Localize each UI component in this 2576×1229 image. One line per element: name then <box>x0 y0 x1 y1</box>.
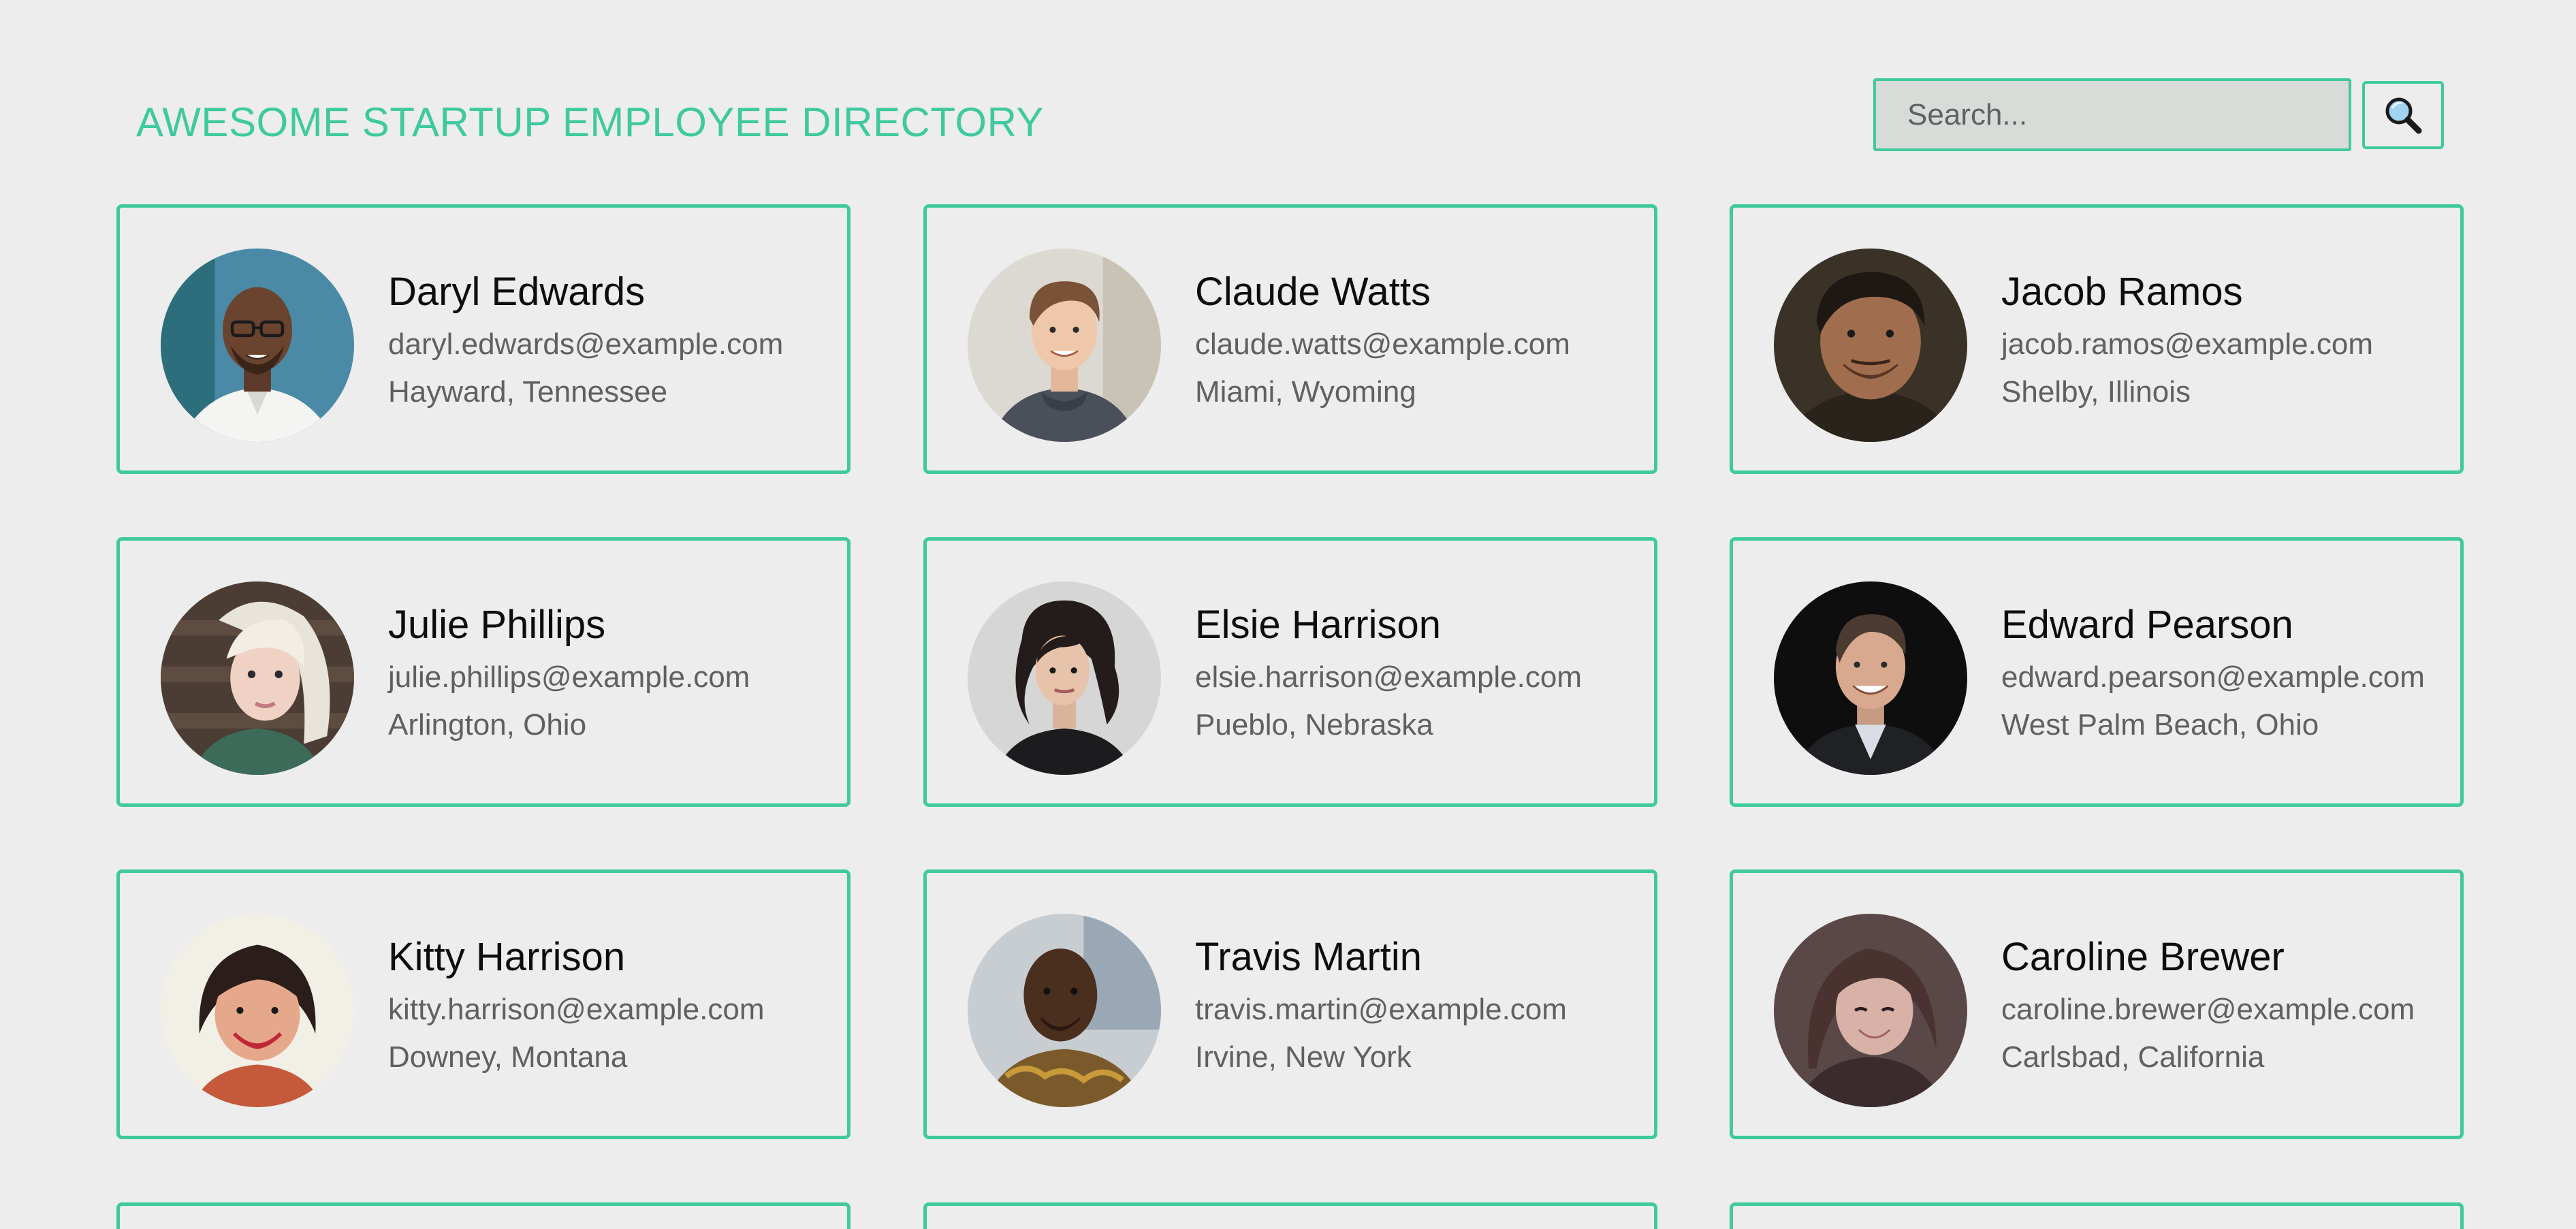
employee-card[interactable]: Caroline Brewer caroline.brewer@example.… <box>1730 869 2464 1139</box>
employee-location: Downey, Montana <box>388 1040 628 1074</box>
employee-email: travis.martin@example.com <box>1195 993 1567 1026</box>
employee-email: daryl.edwards@example.com <box>388 328 784 361</box>
page-title: AWESOME STARTUP EMPLOYEE DIRECTORY <box>136 99 1044 145</box>
employee-location: Pueblo, Nebraska <box>1195 708 1433 741</box>
avatar <box>1774 914 1967 1107</box>
avatar <box>161 249 354 442</box>
employee-email: edward.pearson@example.com <box>2001 660 2425 694</box>
employee-email: elsie.harrison@example.com <box>1195 660 1583 694</box>
employee-location: Shelby, Illinois <box>2001 375 2191 409</box>
employee-location: Irvine, New York <box>1195 1040 1412 1074</box>
employee-card[interactable] <box>1730 1202 2464 1229</box>
employee-email: claude.watts@example.com <box>1195 328 1570 361</box>
employee-name: Daryl Edwards <box>388 270 646 314</box>
avatar <box>968 581 1161 775</box>
avatar <box>968 914 1161 1107</box>
employee-card[interactable]: Daryl Edwards daryl.edwards@example.com … <box>116 204 850 474</box>
avatar <box>968 249 1161 442</box>
employee-name: Jacob Ramos <box>2001 270 2243 314</box>
avatar <box>1774 581 1967 775</box>
avatar <box>161 914 354 1107</box>
employee-card[interactable]: Julie Phillips julie.phillips@example.co… <box>116 537 850 807</box>
employee-name: Kitty Harrison <box>388 935 626 979</box>
employee-card[interactable]: Edward Pearson edward.pearson@example.co… <box>1730 537 2464 807</box>
employee-email: caroline.brewer@example.com <box>2001 993 2415 1026</box>
avatar <box>1774 249 1967 442</box>
employee-card[interactable]: Kitty Harrison kitty.harrison@example.co… <box>116 869 850 1139</box>
employee-name: Julie Phillips <box>388 603 606 647</box>
employee-location: Hayward, Tennessee <box>388 375 668 409</box>
search-input[interactable] <box>1873 78 2351 151</box>
employee-email: kitty.harrison@example.com <box>388 993 765 1026</box>
employee-card[interactable]: Elsie Harrison elsie.harrison@example.co… <box>923 537 1657 807</box>
employee-location: West Palm Beach, Ohio <box>2001 708 2319 741</box>
employee-location: Miami, Wyoming <box>1195 375 1416 409</box>
employee-card[interactable] <box>116 1202 850 1229</box>
employee-name: Caroline Brewer <box>2001 935 2285 979</box>
employee-location: Arlington, Ohio <box>388 708 587 741</box>
search-button[interactable] <box>2362 81 2444 149</box>
employee-card[interactable]: Jacob Ramos jacob.ramos@example.com Shel… <box>1730 204 2464 474</box>
magnifying-glass-icon <box>2383 95 2423 135</box>
employee-card[interactable] <box>923 1202 1657 1229</box>
employee-name: Edward Pearson <box>2001 603 2293 647</box>
employee-email: julie.phillips@example.com <box>388 660 750 694</box>
employee-name: Claude Watts <box>1195 270 1431 314</box>
employee-name: Travis Martin <box>1195 935 1422 979</box>
employee-name: Elsie Harrison <box>1195 603 1441 647</box>
employee-card[interactable]: Claude Watts claude.watts@example.com Mi… <box>923 204 1657 474</box>
avatar <box>161 581 354 775</box>
employee-card[interactable]: Travis Martin travis.martin@example.com … <box>923 869 1657 1139</box>
employee-email: jacob.ramos@example.com <box>2001 328 2373 361</box>
employee-location: Carlsbad, California <box>2001 1040 2265 1074</box>
